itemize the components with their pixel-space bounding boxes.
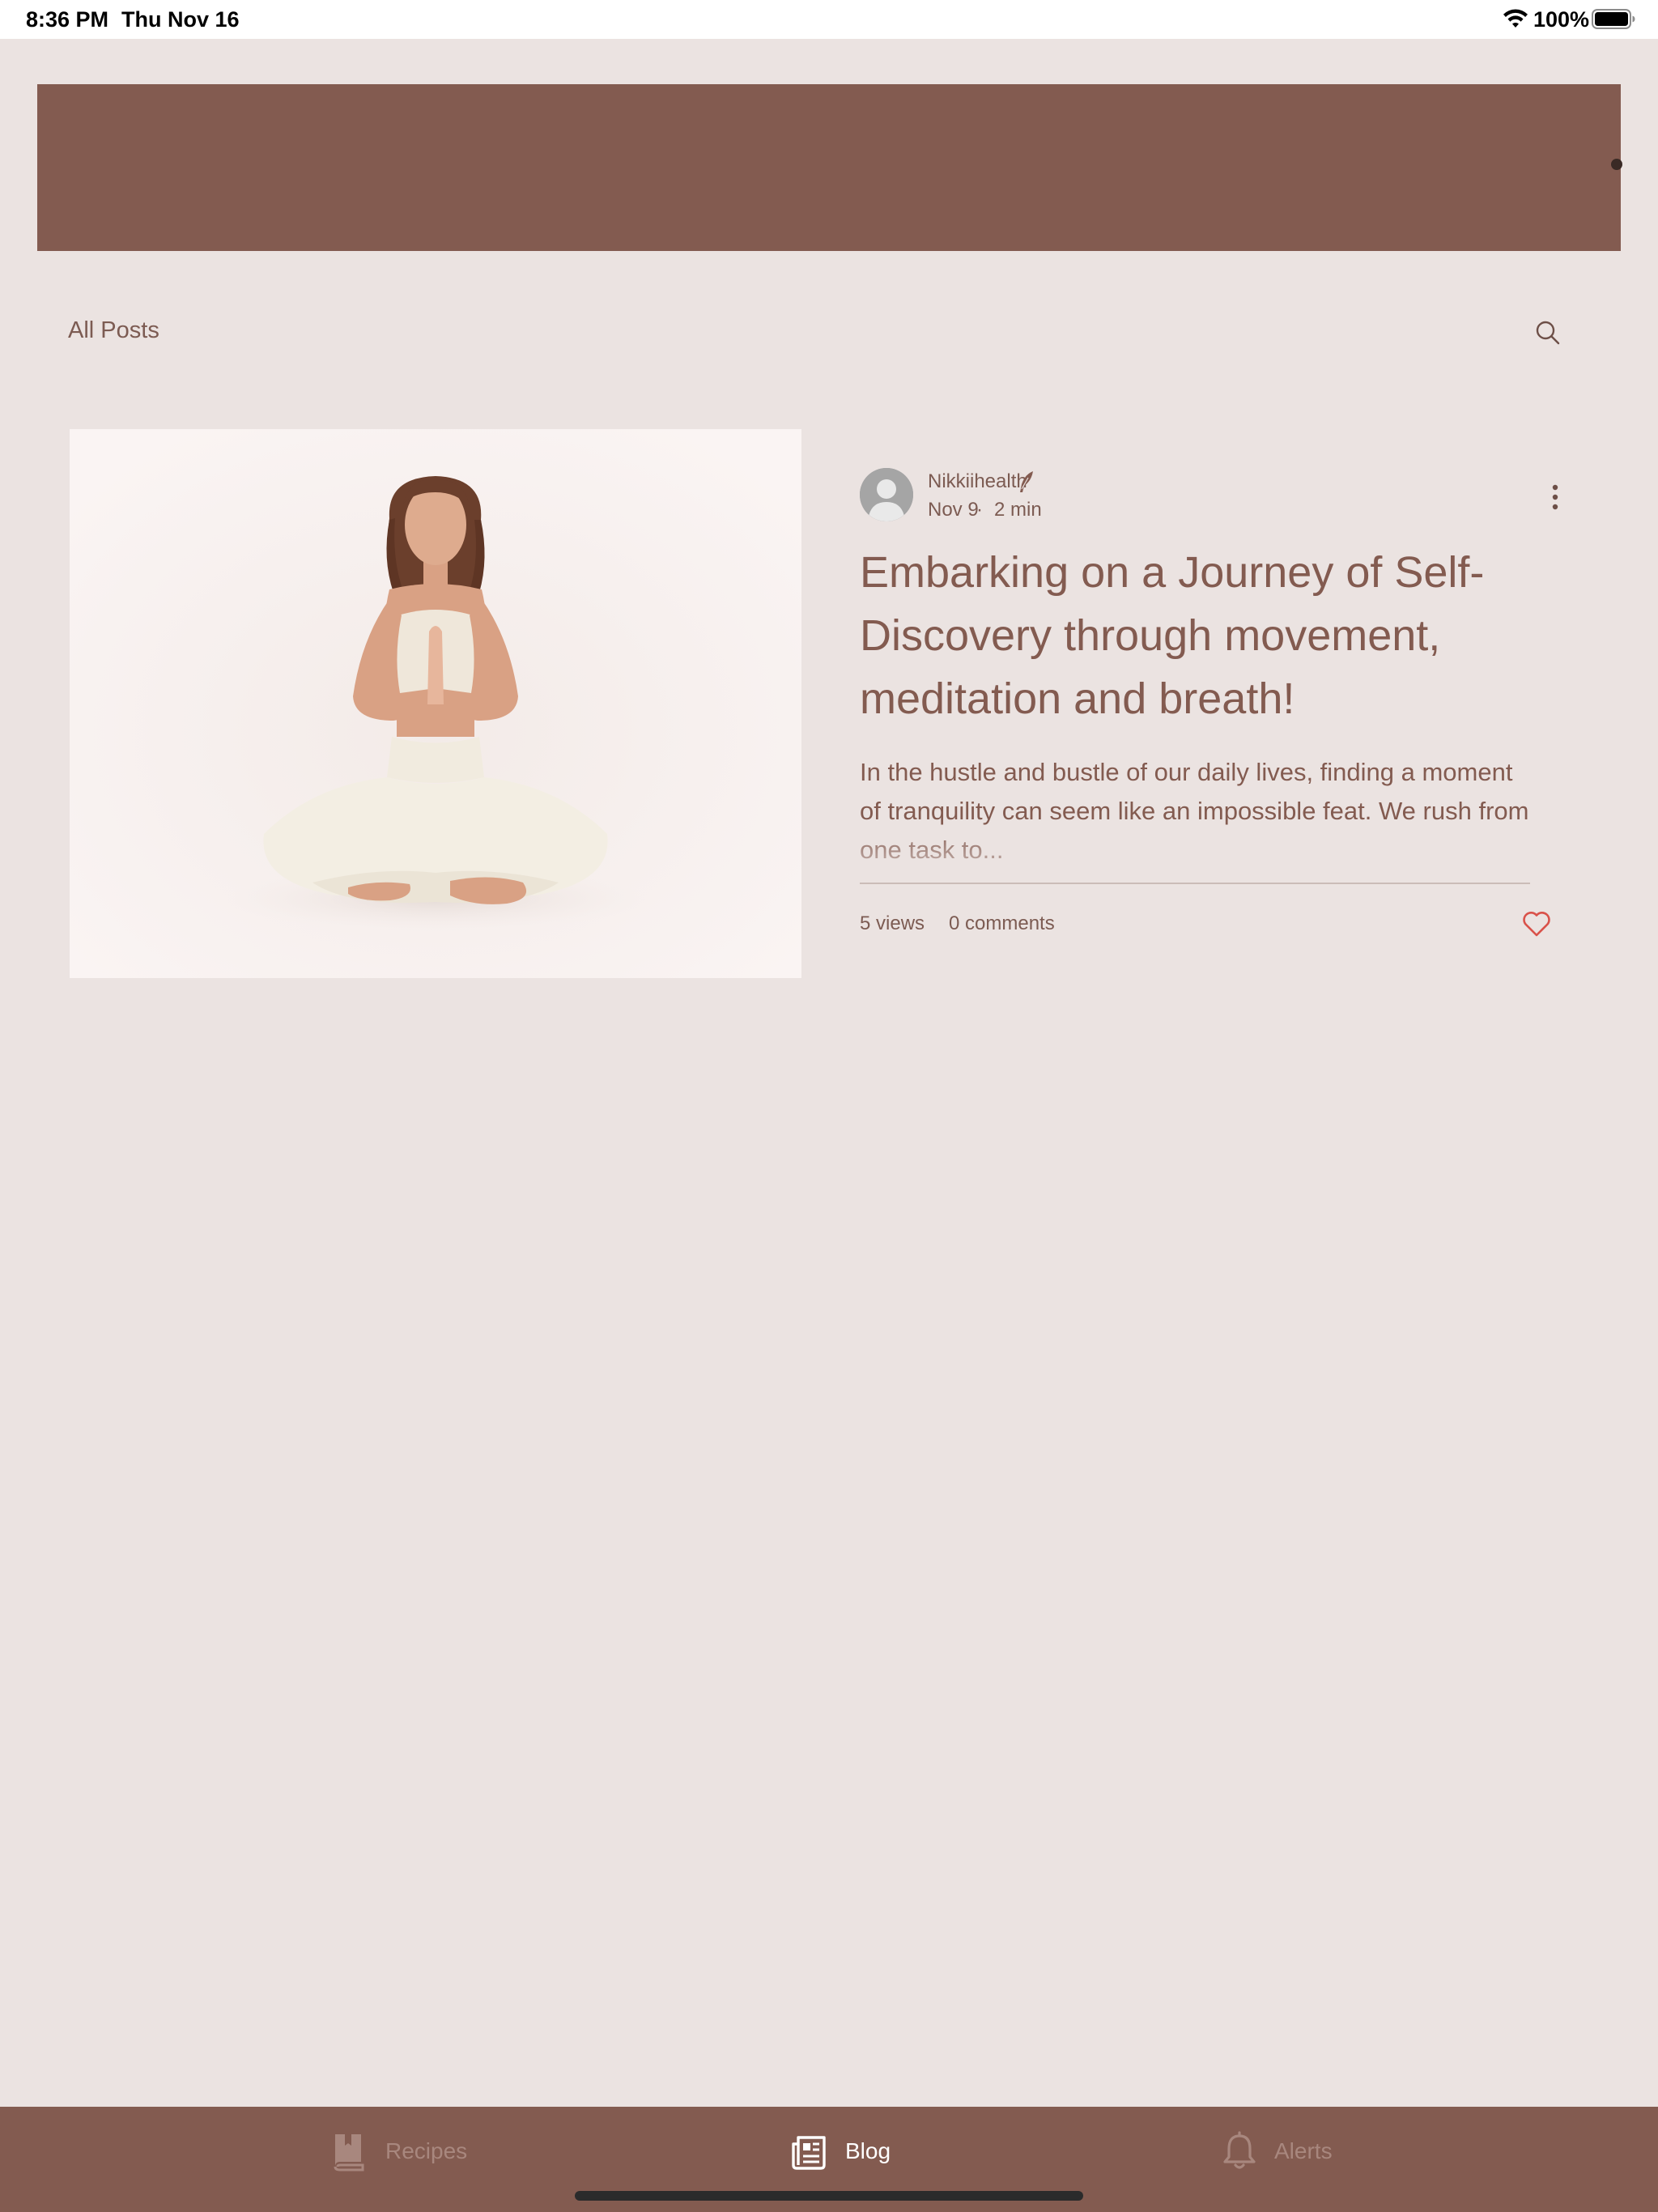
tab-recipes[interactable]: Recipes: [330, 2128, 492, 2173]
user-avatar-icon: [860, 468, 913, 521]
tab-blog-label: Blog: [845, 2138, 891, 2163]
tab-blog[interactable]: Blog: [790, 2128, 920, 2173]
post-card[interactable]: Nikkiihealth Nov 9 · 2 min Embarking on …: [68, 428, 1558, 978]
view-count: 5 views: [860, 912, 925, 934]
status-date: Thu Nov 16: [121, 7, 240, 32]
read-time: 2 min: [994, 499, 1042, 521]
tab-recipes-label: Recipes: [385, 2138, 468, 2163]
author-avatar[interactable]: [860, 468, 913, 521]
tab-alerts-label: Alerts: [1274, 2138, 1333, 2163]
header-banner: [37, 84, 1621, 251]
search-icon[interactable]: [1533, 318, 1562, 347]
post-excerpt: In the hustle and bustle of our daily li…: [860, 758, 1529, 864]
header-menu-dot[interactable]: [1611, 159, 1622, 170]
status-time: 8:36 PM: [26, 7, 109, 32]
tab-alerts[interactable]: Alerts: [1221, 2128, 1383, 2173]
woman-meditating-photo: [70, 429, 801, 978]
more-vertical-icon[interactable]: [1550, 483, 1561, 512]
home-indicator[interactable]: [575, 2191, 1083, 2201]
battery-icon: [1592, 9, 1635, 29]
post-content: Nikkiihealth Nov 9 · 2 min Embarking on …: [860, 428, 1558, 978]
book-icon: [334, 2134, 364, 2172]
quill-icon: [1020, 471, 1033, 492]
heart-icon[interactable]: [1522, 910, 1551, 938]
newspaper-icon: [792, 2136, 826, 2170]
all-posts-link[interactable]: All Posts: [68, 316, 159, 345]
bottom-tab-bar: Recipes Blog Alerts: [0, 2107, 1658, 2212]
bell-icon: [1223, 2131, 1256, 2169]
status-bar: 8:36 PM Thu Nov 16 100%: [0, 0, 1658, 39]
post-divider: [860, 883, 1530, 884]
author-name[interactable]: Nikkiihealth: [928, 470, 1027, 494]
post-date: Nov 9: [928, 499, 979, 521]
comment-count[interactable]: 0 comments: [949, 912, 1055, 936]
wifi-icon: [1503, 9, 1528, 28]
battery-percent: 100%: [1533, 7, 1590, 32]
meta-separator: ·: [976, 499, 983, 521]
post-cover-image[interactable]: [70, 429, 801, 978]
post-title[interactable]: Embarking on a Journey of Self-Discovery…: [860, 541, 1532, 730]
